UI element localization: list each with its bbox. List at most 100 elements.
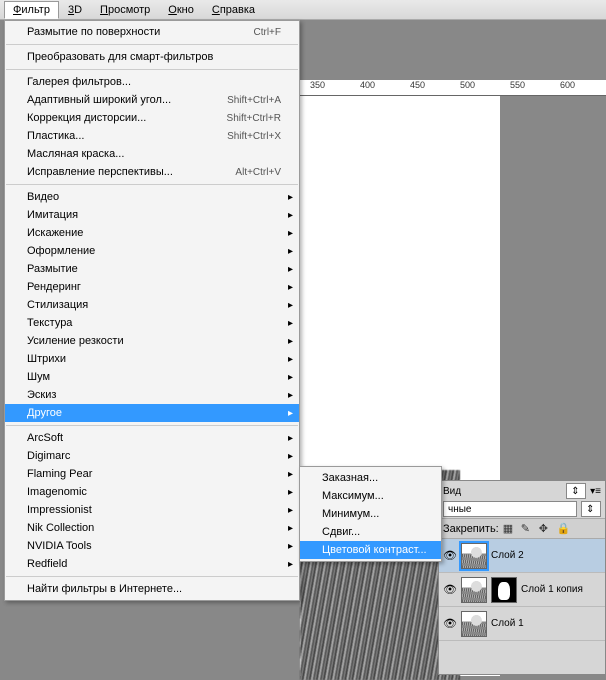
menu-item[interactable]: Размытие [5, 260, 299, 278]
layer-row[interactable]: 👁 Слой 1 [439, 607, 605, 641]
menu-item[interactable]: Другое [5, 404, 299, 422]
blend-mode-select[interactable]: чные [443, 501, 577, 517]
menu-item-label: Преобразовать для смарт-фильтров [27, 51, 281, 63]
menu-item[interactable]: Текстура [5, 314, 299, 332]
filter-menu: Размытие по поверхностиCtrl+F Преобразова… [4, 20, 300, 601]
menu-item-label: Видео [27, 191, 281, 203]
menubar-item-фильтр[interactable]: Фильтр [4, 1, 59, 19]
ruler-tick: 600 [560, 80, 575, 90]
menu-item[interactable]: Impressionist [5, 501, 299, 519]
menu-item[interactable]: Штрихи [5, 350, 299, 368]
menu-separator [6, 576, 298, 577]
menu-item-label: NVIDIA Tools [27, 540, 281, 552]
menu-item[interactable]: Digimarc [5, 447, 299, 465]
menu-item[interactable]: Эскиз [5, 386, 299, 404]
layer-row[interactable]: 👁 Слой 1 копия [439, 573, 605, 607]
submenu-item[interactable]: Сдвиг... [300, 523, 441, 541]
menu-item-label: Имитация [27, 209, 281, 221]
menu-item[interactable]: Исправление перспективы...Alt+Ctrl+V [5, 163, 299, 181]
menu-item-label: Пластика... [27, 130, 227, 142]
menu-item[interactable]: Redfield [5, 555, 299, 573]
menu-item[interactable]: Преобразовать для смарт-фильтров [5, 48, 299, 66]
layer-visibility-icon[interactable]: 👁 [443, 583, 457, 596]
menu-item-shortcut: Alt+Ctrl+V [235, 167, 281, 178]
menu-item[interactable]: Рендеринг [5, 278, 299, 296]
submenu-item-label: Сдвиг... [322, 526, 429, 538]
menu-item[interactable]: Усиление резкости [5, 332, 299, 350]
menu-separator [6, 69, 298, 70]
menubar-item-просмотр[interactable]: Просмотр [91, 1, 159, 19]
submenu-item[interactable]: Цветовой контраст... [300, 541, 441, 559]
menu-item-label: ArcSoft [27, 432, 281, 444]
lock-all-icon[interactable]: 🔒 [557, 522, 571, 536]
ruler-tick: 500 [460, 80, 475, 90]
menu-item-shortcut: Ctrl+F [254, 27, 282, 38]
ruler-tick: 550 [510, 80, 525, 90]
menu-item-label: Адаптивный широкий угол... [27, 94, 227, 106]
menu-item[interactable]: Шум [5, 368, 299, 386]
menubar: Фильтр3DПросмотрОкноСправка [0, 0, 606, 20]
lock-move-icon[interactable]: ✥ [539, 522, 553, 536]
menu-item[interactable]: Адаптивный широкий угол...Shift+Ctrl+A [5, 91, 299, 109]
menu-item[interactable]: Имитация [5, 206, 299, 224]
layer-thumbnail[interactable] [461, 543, 487, 569]
menu-separator [6, 184, 298, 185]
submenu-item-label: Максимум... [322, 490, 429, 502]
menu-item-label: Исправление перспективы... [27, 166, 235, 178]
layer-name: Слой 2 [491, 550, 524, 561]
mode-dropdown[interactable]: ⇕ [566, 483, 586, 499]
menu-item[interactable]: Галерея фильтров... [5, 73, 299, 91]
menu-item-label: Масляная краска... [27, 148, 281, 160]
menu-item[interactable]: Оформление [5, 242, 299, 260]
lock-paint-icon[interactable]: ✎ [521, 522, 535, 536]
menu-item-label: Шум [27, 371, 281, 383]
menu-item-label: Текстура [27, 317, 281, 329]
lock-transparency-icon[interactable]: ▦ [503, 522, 517, 536]
menu-separator [6, 44, 298, 45]
menu-item-label: Impressionist [27, 504, 281, 516]
menu-item[interactable]: Imagenomic [5, 483, 299, 501]
menu-item[interactable]: Искажение [5, 224, 299, 242]
layer-mask-thumbnail[interactable] [491, 577, 517, 603]
layer-visibility-icon[interactable]: 👁 [443, 549, 457, 562]
layer-visibility-icon[interactable]: 👁 [443, 617, 457, 630]
submenu-item[interactable]: Минимум... [300, 505, 441, 523]
menu-item[interactable]: Размытие по поверхностиCtrl+F [5, 23, 299, 41]
menu-item[interactable]: Видео [5, 188, 299, 206]
menu-item[interactable]: Flaming Pear [5, 465, 299, 483]
submenu-item[interactable]: Максимум... [300, 487, 441, 505]
lock-row: Закрепить: ▦ ✎ ✥ 🔒 [439, 519, 605, 539]
layer-thumbnail[interactable] [461, 577, 487, 603]
menubar-item-справка[interactable]: Справка [203, 1, 264, 19]
submenu-item-label: Цветовой контраст... [322, 544, 429, 556]
menu-item[interactable]: NVIDIA Tools [5, 537, 299, 555]
menu-item[interactable]: ArcSoft [5, 429, 299, 447]
menubar-item-окно[interactable]: Окно [159, 1, 203, 19]
menu-item-label: Flaming Pear [27, 468, 281, 480]
layer-row[interactable]: 👁 Слой 2 [439, 539, 605, 573]
menu-item[interactable]: Коррекция дисторсии...Shift+Ctrl+R [5, 109, 299, 127]
panel-menu-icon[interactable]: ▾≡ [590, 486, 601, 497]
menu-item-shortcut: Shift+Ctrl+A [227, 95, 281, 106]
menu-item-label: Другое [27, 407, 281, 419]
menu-item-label: Найти фильтры в Интернете... [27, 583, 281, 595]
menu-item[interactable]: Nik Collection [5, 519, 299, 537]
menu-item-label: Эскиз [27, 389, 281, 401]
layers-panel-header: Вид ⇕ ▾≡ чные ⇕ [439, 481, 605, 519]
ruler-tick: 350 [310, 80, 325, 90]
submenu-item[interactable]: Заказная... [300, 469, 441, 487]
layer-name: Слой 1 [491, 618, 524, 629]
layer-thumbnail[interactable] [461, 611, 487, 637]
menu-item-label: Размытие [27, 263, 281, 275]
menu-item[interactable]: Пластика...Shift+Ctrl+X [5, 127, 299, 145]
menu-item-label: Nik Collection [27, 522, 281, 534]
menu-item[interactable]: Масляная краска... [5, 145, 299, 163]
menu-item-label: Оформление [27, 245, 281, 257]
opacity-dropdown[interactable]: ⇕ [581, 501, 601, 517]
menu-item-label: Размытие по поверхности [27, 26, 254, 38]
menu-item[interactable]: Стилизация [5, 296, 299, 314]
menu-item-label: Imagenomic [27, 486, 281, 498]
menu-item[interactable]: Найти фильтры в Интернете... [5, 580, 299, 598]
menubar-item-3d[interactable]: 3D [59, 1, 91, 19]
layer-name: Слой 1 копия [521, 584, 583, 595]
